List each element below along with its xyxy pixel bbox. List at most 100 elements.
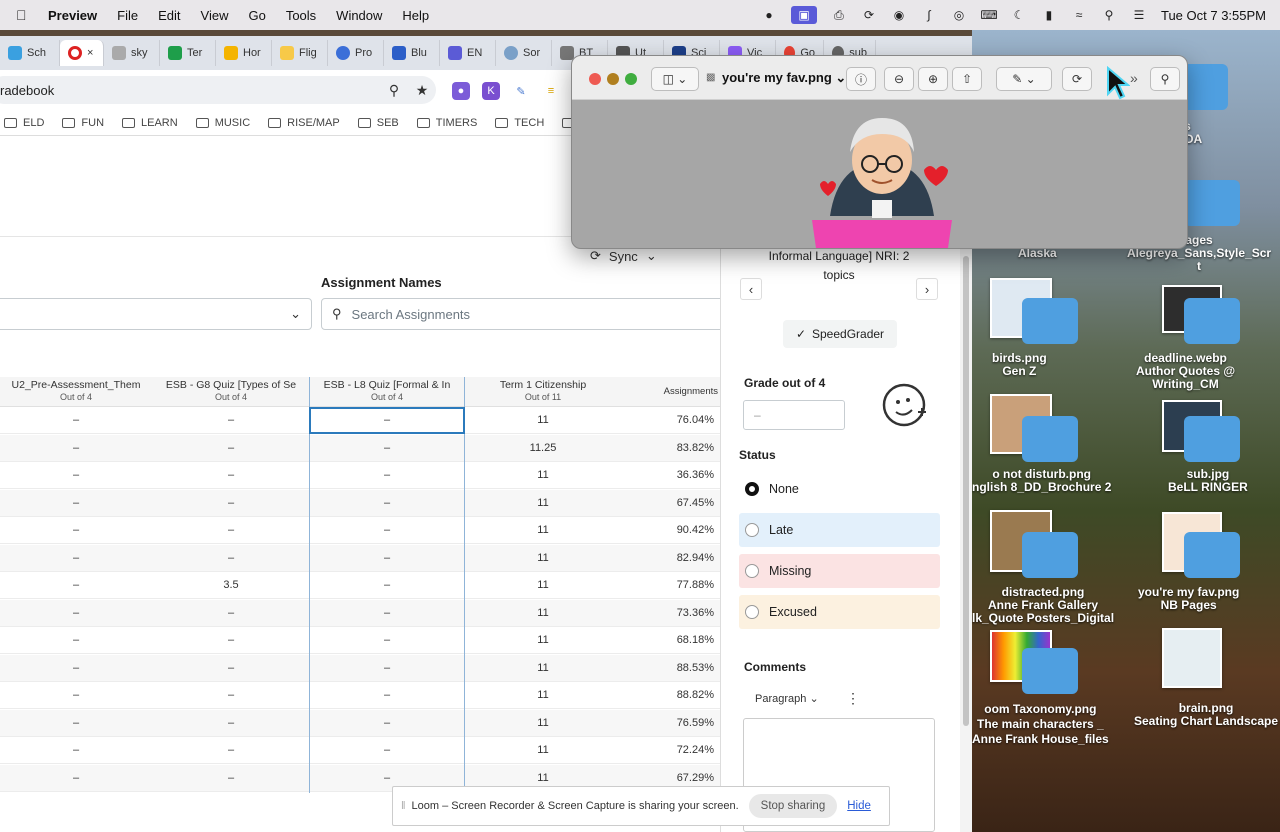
status-option-none[interactable]: None bbox=[739, 472, 940, 506]
column-header[interactable]: U2_Pre-Assessment_Them Out of 4 bbox=[0, 377, 152, 407]
grade-cell[interactable]: 11 bbox=[466, 655, 620, 682]
printer-icon[interactable]: ⎙ bbox=[831, 8, 847, 22]
grade-cell[interactable]: 11 bbox=[466, 490, 620, 517]
grade-cell[interactable]: – bbox=[154, 517, 308, 544]
close-window-button[interactable] bbox=[589, 73, 601, 85]
folder-icon[interactable] bbox=[1022, 532, 1078, 578]
grade-cell[interactable]: 11.25 bbox=[466, 435, 620, 462]
radio-button[interactable] bbox=[745, 564, 759, 578]
grade-cell[interactable]: 11 bbox=[466, 517, 620, 544]
total-percent-cell[interactable]: 88.82% bbox=[622, 682, 720, 709]
sync-icon[interactable]: ⟳ bbox=[861, 8, 877, 22]
bookmark-folder[interactable]: MUSIC bbox=[195, 117, 250, 129]
extension-icon[interactable]: ● bbox=[452, 82, 470, 100]
menu-app-preview[interactable]: Preview bbox=[48, 8, 97, 23]
total-percent-cell[interactable]: 76.59% bbox=[622, 710, 720, 737]
column-header[interactable]: ESB - G8 Quiz [Types of Se Out of 4 bbox=[154, 377, 308, 407]
radio-button[interactable] bbox=[745, 482, 759, 496]
extension-k-icon[interactable]: K bbox=[482, 82, 500, 100]
folder-icon[interactable] bbox=[1022, 648, 1078, 694]
binoculars-icon[interactable]: ◉ bbox=[891, 8, 907, 22]
grade-cell[interactable]: 11 bbox=[466, 627, 620, 654]
grade-cell[interactable]: 11 bbox=[466, 600, 620, 627]
grade-cell[interactable]: – bbox=[310, 490, 464, 517]
radio-button[interactable] bbox=[745, 523, 759, 537]
folder-icon[interactable] bbox=[1184, 416, 1240, 462]
moon-icon[interactable]: ☾ bbox=[1011, 8, 1027, 22]
grade-cell[interactable]: – bbox=[154, 435, 308, 462]
menu-window[interactable]: Window bbox=[336, 8, 382, 23]
desktop-item-label[interactable]: birds.png Gen Z bbox=[992, 352, 1047, 378]
grade-cell[interactable]: – bbox=[0, 655, 152, 682]
grade-cell[interactable]: 11 bbox=[466, 407, 620, 434]
grade-cell[interactable]: – bbox=[0, 765, 152, 792]
rotate-button[interactable]: ⟳ bbox=[1062, 67, 1092, 91]
bookmark-folder[interactable]: TECH bbox=[495, 117, 544, 129]
url-field[interactable]: radebook ⚲ ★ bbox=[0, 76, 436, 104]
browser-tab[interactable]: Ter bbox=[160, 40, 216, 66]
bookmark-folder[interactable]: SEB bbox=[357, 117, 399, 129]
grade-cell[interactable]: – bbox=[154, 737, 308, 764]
zoom-icon[interactable]: ⚲ bbox=[380, 82, 408, 99]
grade-cell[interactable]: – bbox=[0, 545, 152, 572]
battery-icon[interactable]: ▮ bbox=[1041, 8, 1057, 22]
bookmark-folder[interactable]: ELD bbox=[4, 117, 44, 129]
grade-cell[interactable]: – bbox=[154, 545, 308, 572]
menu-view[interactable]: View bbox=[201, 8, 229, 23]
folder-icon[interactable] bbox=[1184, 532, 1240, 578]
grade-cell[interactable]: 11 bbox=[466, 462, 620, 489]
grade-cell[interactable]: – bbox=[310, 545, 464, 572]
desktop-item-label[interactable]: deadline.webp Author Quotes @ Writing_CM bbox=[1136, 352, 1235, 391]
desktop-item-label[interactable]: brain.png Seating Chart Landscape bbox=[1134, 702, 1278, 728]
extension-menu-icon[interactable]: ≡ bbox=[542, 82, 560, 100]
grade-cell[interactable]: 11 bbox=[466, 737, 620, 764]
grade-cell[interactable]: 11 bbox=[466, 545, 620, 572]
filter-select[interactable]: ⌄ bbox=[0, 298, 312, 330]
grade-cell[interactable]: – bbox=[154, 682, 308, 709]
grade-cell[interactable]: – bbox=[154, 627, 308, 654]
grade-input[interactable]: – bbox=[743, 400, 845, 430]
status-option-late[interactable]: Late bbox=[739, 513, 940, 547]
sticker-icon[interactable] bbox=[882, 382, 928, 428]
desktop-item-label[interactable]: oom Taxonomy.png The main characters _ A… bbox=[972, 702, 1109, 747]
paragraph-format-select[interactable]: Paragraph ⌄ bbox=[755, 692, 819, 705]
status-option-missing[interactable]: Missing bbox=[739, 554, 940, 588]
column-header[interactable]: Assignments bbox=[622, 377, 720, 407]
browser-tab-active[interactable]: × bbox=[60, 40, 104, 66]
total-percent-cell[interactable]: 36.36% bbox=[622, 462, 720, 489]
info-button[interactable]: ⓘ bbox=[846, 67, 876, 91]
browser-tab[interactable]: EN bbox=[440, 40, 496, 66]
total-percent-cell[interactable]: 67.45% bbox=[622, 490, 720, 517]
desktop-item-label[interactable]: sub.jpg BeLL RINGER bbox=[1168, 468, 1248, 494]
status-option-excused[interactable]: Excused bbox=[739, 595, 940, 629]
drag-handle-icon[interactable]: ‖ bbox=[401, 800, 406, 812]
column-header[interactable]: Term 1 Citizenship Out of 11 bbox=[466, 377, 620, 407]
browser-tab[interactable]: Blu bbox=[384, 40, 440, 66]
zoom-in-button[interactable]: ⊕ bbox=[918, 67, 948, 91]
more-tools-icon[interactable]: » bbox=[1130, 70, 1138, 86]
brain-thumbnail[interactable] bbox=[1162, 628, 1222, 688]
close-tab-icon[interactable]: × bbox=[87, 47, 93, 59]
scrollbar-thumb[interactable] bbox=[963, 256, 969, 726]
markup-button[interactable]: ✎ ⌄ bbox=[996, 67, 1052, 91]
menu-tools[interactable]: Tools bbox=[286, 8, 316, 23]
grade-cell[interactable]: – bbox=[0, 462, 152, 489]
bookmark-folder[interactable]: TIMERS bbox=[416, 117, 477, 129]
stop-sharing-button[interactable]: Stop sharing bbox=[748, 794, 838, 818]
grade-cell[interactable]: – bbox=[310, 655, 464, 682]
grade-cell[interactable]: – bbox=[0, 627, 152, 654]
total-percent-cell[interactable]: 73.36% bbox=[622, 600, 720, 627]
zoom-window-button[interactable] bbox=[625, 73, 637, 85]
sync-button[interactable]: ⟳ Sync ⌄ bbox=[590, 248, 657, 264]
bluetooth-icon[interactable]: ∫ bbox=[921, 8, 937, 22]
grade-cell[interactable]: – bbox=[0, 682, 152, 709]
bookmark-folder[interactable]: FUN bbox=[62, 117, 104, 129]
total-percent-cell[interactable]: 82.94% bbox=[622, 545, 720, 572]
grade-cell[interactable]: – bbox=[154, 407, 308, 434]
url-text[interactable]: radebook bbox=[0, 83, 380, 98]
clock[interactable]: Tue Oct 7 3:55PM bbox=[1161, 8, 1266, 23]
total-percent-cell[interactable]: 83.82% bbox=[622, 435, 720, 462]
grade-cell[interactable]: – bbox=[154, 655, 308, 682]
grade-cell[interactable]: – bbox=[0, 517, 152, 544]
grade-cell[interactable]: – bbox=[0, 600, 152, 627]
